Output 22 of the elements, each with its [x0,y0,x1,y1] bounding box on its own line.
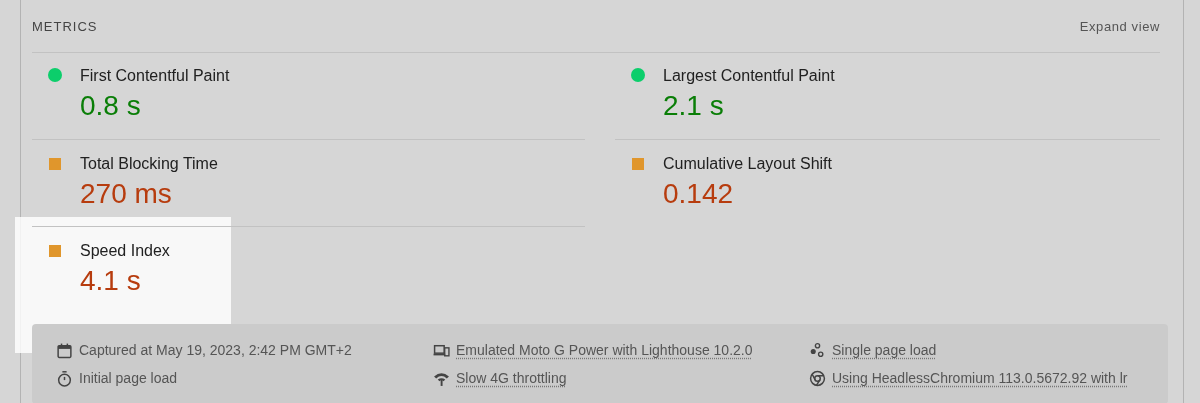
metric-value: 0.142 [663,177,735,211]
metric-label: Largest Contentful Paint [663,66,836,86]
runtime-text: Captured at May 19, 2023, 2:42 PM GMT+2 [79,342,352,358]
metric-value: 270 ms [80,177,173,211]
metric-value: 0.8 s [80,89,142,123]
metric-value: 4.1 s [80,264,142,298]
metric-label: First Contentful Paint [80,66,231,86]
metric-label: Speed Index [80,241,171,261]
circles-icon [809,341,826,359]
metric-label: Total Blocking Time [80,154,219,174]
browser-icon [809,369,826,387]
metric-label: Cumulative Layout Shift [663,154,833,174]
calendar-icon [56,341,73,359]
runtime-link[interactable]: Slow 4G throttling [456,370,567,386]
runtime-link[interactable]: Using HeadlessChromium 113.0.5672.92 with lr [832,370,1128,386]
runtime-text: Initial page load [79,370,178,386]
stopwatch-icon [56,369,73,387]
metric-value: 2.1 s [663,89,725,123]
runtime-link[interactable]: Single page load [832,342,937,358]
expand-view-link[interactable]: Expand view [1079,18,1160,34]
runtime-link[interactable]: Emulated Moto G Power with Lighthouse 10.2.0 [456,342,753,358]
section-title: METRICS [32,18,98,34]
